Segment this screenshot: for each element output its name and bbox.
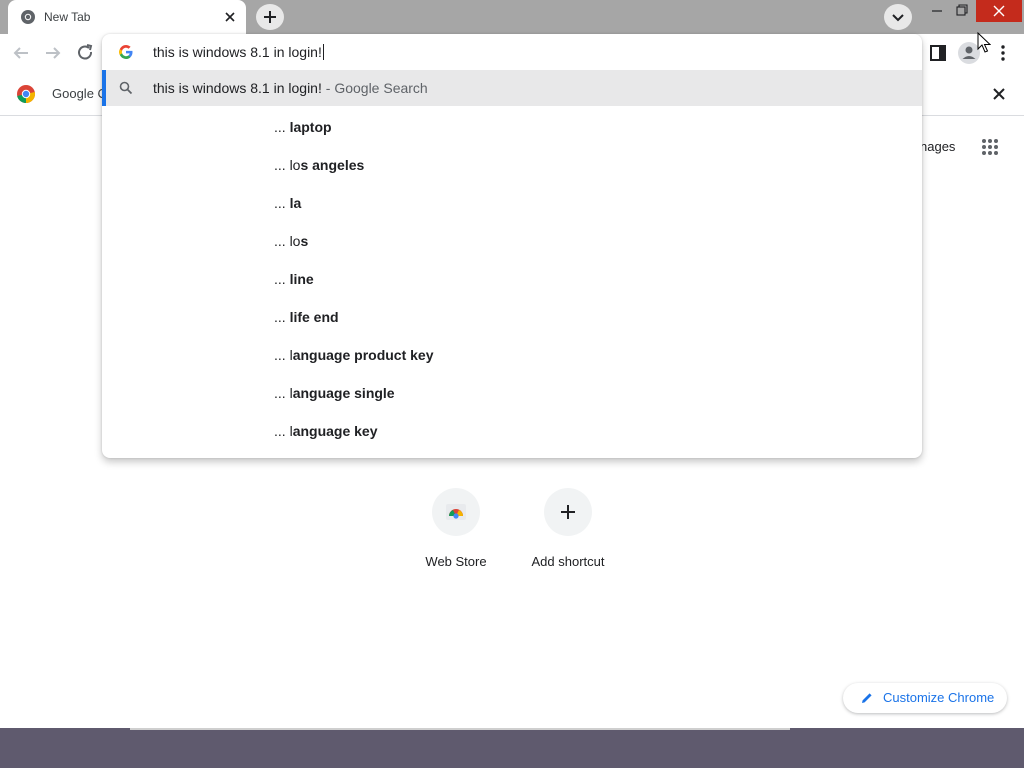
close-window-button[interactable] xyxy=(976,0,1022,22)
tab-title: New Tab xyxy=(44,10,91,24)
side-panel-icon[interactable] xyxy=(925,40,951,66)
plus-icon xyxy=(264,11,276,23)
chevron-down-icon xyxy=(892,14,904,22)
suggestion-text: ... los angeles xyxy=(274,157,365,173)
suggestion-text: ... la xyxy=(274,195,302,211)
restore-window-icon[interactable] xyxy=(950,0,974,22)
omnibox-suggestion[interactable]: ... line xyxy=(102,260,922,298)
tab-new-tab[interactable]: New Tab xyxy=(8,0,246,34)
pencil-icon xyxy=(862,693,872,703)
customize-chrome-button[interactable]: Customize Chrome xyxy=(843,683,1007,713)
shortcut-tile xyxy=(432,488,480,536)
plus-icon xyxy=(561,505,575,519)
tab-strip: New Tab xyxy=(0,0,1024,34)
google-g-icon xyxy=(119,45,133,59)
bookmark-label: Google C xyxy=(52,86,107,101)
reload-icon[interactable] xyxy=(72,40,98,66)
omnibox-input[interactable]: this is windows 8.1 in login! xyxy=(102,34,922,70)
shortcut-label: Web Store xyxy=(425,554,487,569)
bookmark-google-chrome[interactable]: Google C xyxy=(16,84,107,104)
chrome-icon xyxy=(21,10,35,24)
shortcut-web-store[interactable]: Web Store xyxy=(408,488,504,569)
close-icon xyxy=(993,5,1005,17)
omnibox-suggestion[interactable]: ... laptop xyxy=(102,108,922,146)
selection-indicator xyxy=(102,70,106,106)
back-arrow-icon[interactable] xyxy=(8,40,34,66)
tab-search-button[interactable] xyxy=(884,4,912,30)
taskbar-divider xyxy=(130,728,790,730)
suggestion-text: ... laptop xyxy=(274,119,332,135)
suggestion-text: ... los xyxy=(274,233,309,249)
suggestion-text: ... language single xyxy=(274,385,395,401)
shortcut-add[interactable]: Add shortcut xyxy=(520,488,616,569)
shortcut-tile xyxy=(544,488,592,536)
close-icon[interactable] xyxy=(990,85,1008,103)
omnibox-text: this is windows 8.1 in login! xyxy=(153,44,324,60)
search-icon xyxy=(119,81,133,95)
chrome-logo-icon xyxy=(17,85,36,104)
google-apps-icon[interactable] xyxy=(980,137,1000,157)
omnibox-suggestion[interactable]: ... language product key xyxy=(102,336,922,374)
chrome-web-store-icon xyxy=(446,504,466,520)
text-caret xyxy=(322,44,324,60)
suggestion-text: ... life end xyxy=(274,309,339,325)
more-menu-icon[interactable] xyxy=(990,40,1016,66)
close-icon[interactable] xyxy=(222,9,238,25)
taskbar xyxy=(0,728,1024,768)
suggestion-text: ... language product key xyxy=(274,347,434,363)
mouse-cursor-icon xyxy=(977,32,991,53)
new-tab-button[interactable] xyxy=(256,4,284,30)
omnibox-suggestion-selected[interactable]: this is windows 8.1 in login! - Google S… xyxy=(102,70,922,106)
selected-suggestion-text: this is windows 8.1 in login! - Google S… xyxy=(153,80,428,96)
images-link[interactable]: nages xyxy=(920,139,955,154)
suggestion-text: ... language key xyxy=(274,423,378,439)
forward-arrow-icon[interactable] xyxy=(40,40,66,66)
customize-chrome-label: Customize Chrome xyxy=(883,690,995,705)
omnibox-suggestion[interactable]: ... life end xyxy=(102,298,922,336)
omnibox-popup: this is windows 8.1 in login! this is wi… xyxy=(102,34,922,458)
omnibox-suggestion[interactable]: ... los angeles xyxy=(102,146,922,184)
omnibox-suggestion[interactable]: ... language single xyxy=(102,374,922,412)
suggestion-text: ... line xyxy=(274,271,314,287)
minimize-window-icon[interactable] xyxy=(924,0,950,22)
omnibox-suggestion[interactable]: ... language key xyxy=(102,412,922,450)
omnibox-suggestion[interactable]: ... los xyxy=(102,222,922,260)
shortcut-label: Add shortcut xyxy=(531,554,605,569)
omnibox-suggestion[interactable]: ... la xyxy=(102,184,922,222)
